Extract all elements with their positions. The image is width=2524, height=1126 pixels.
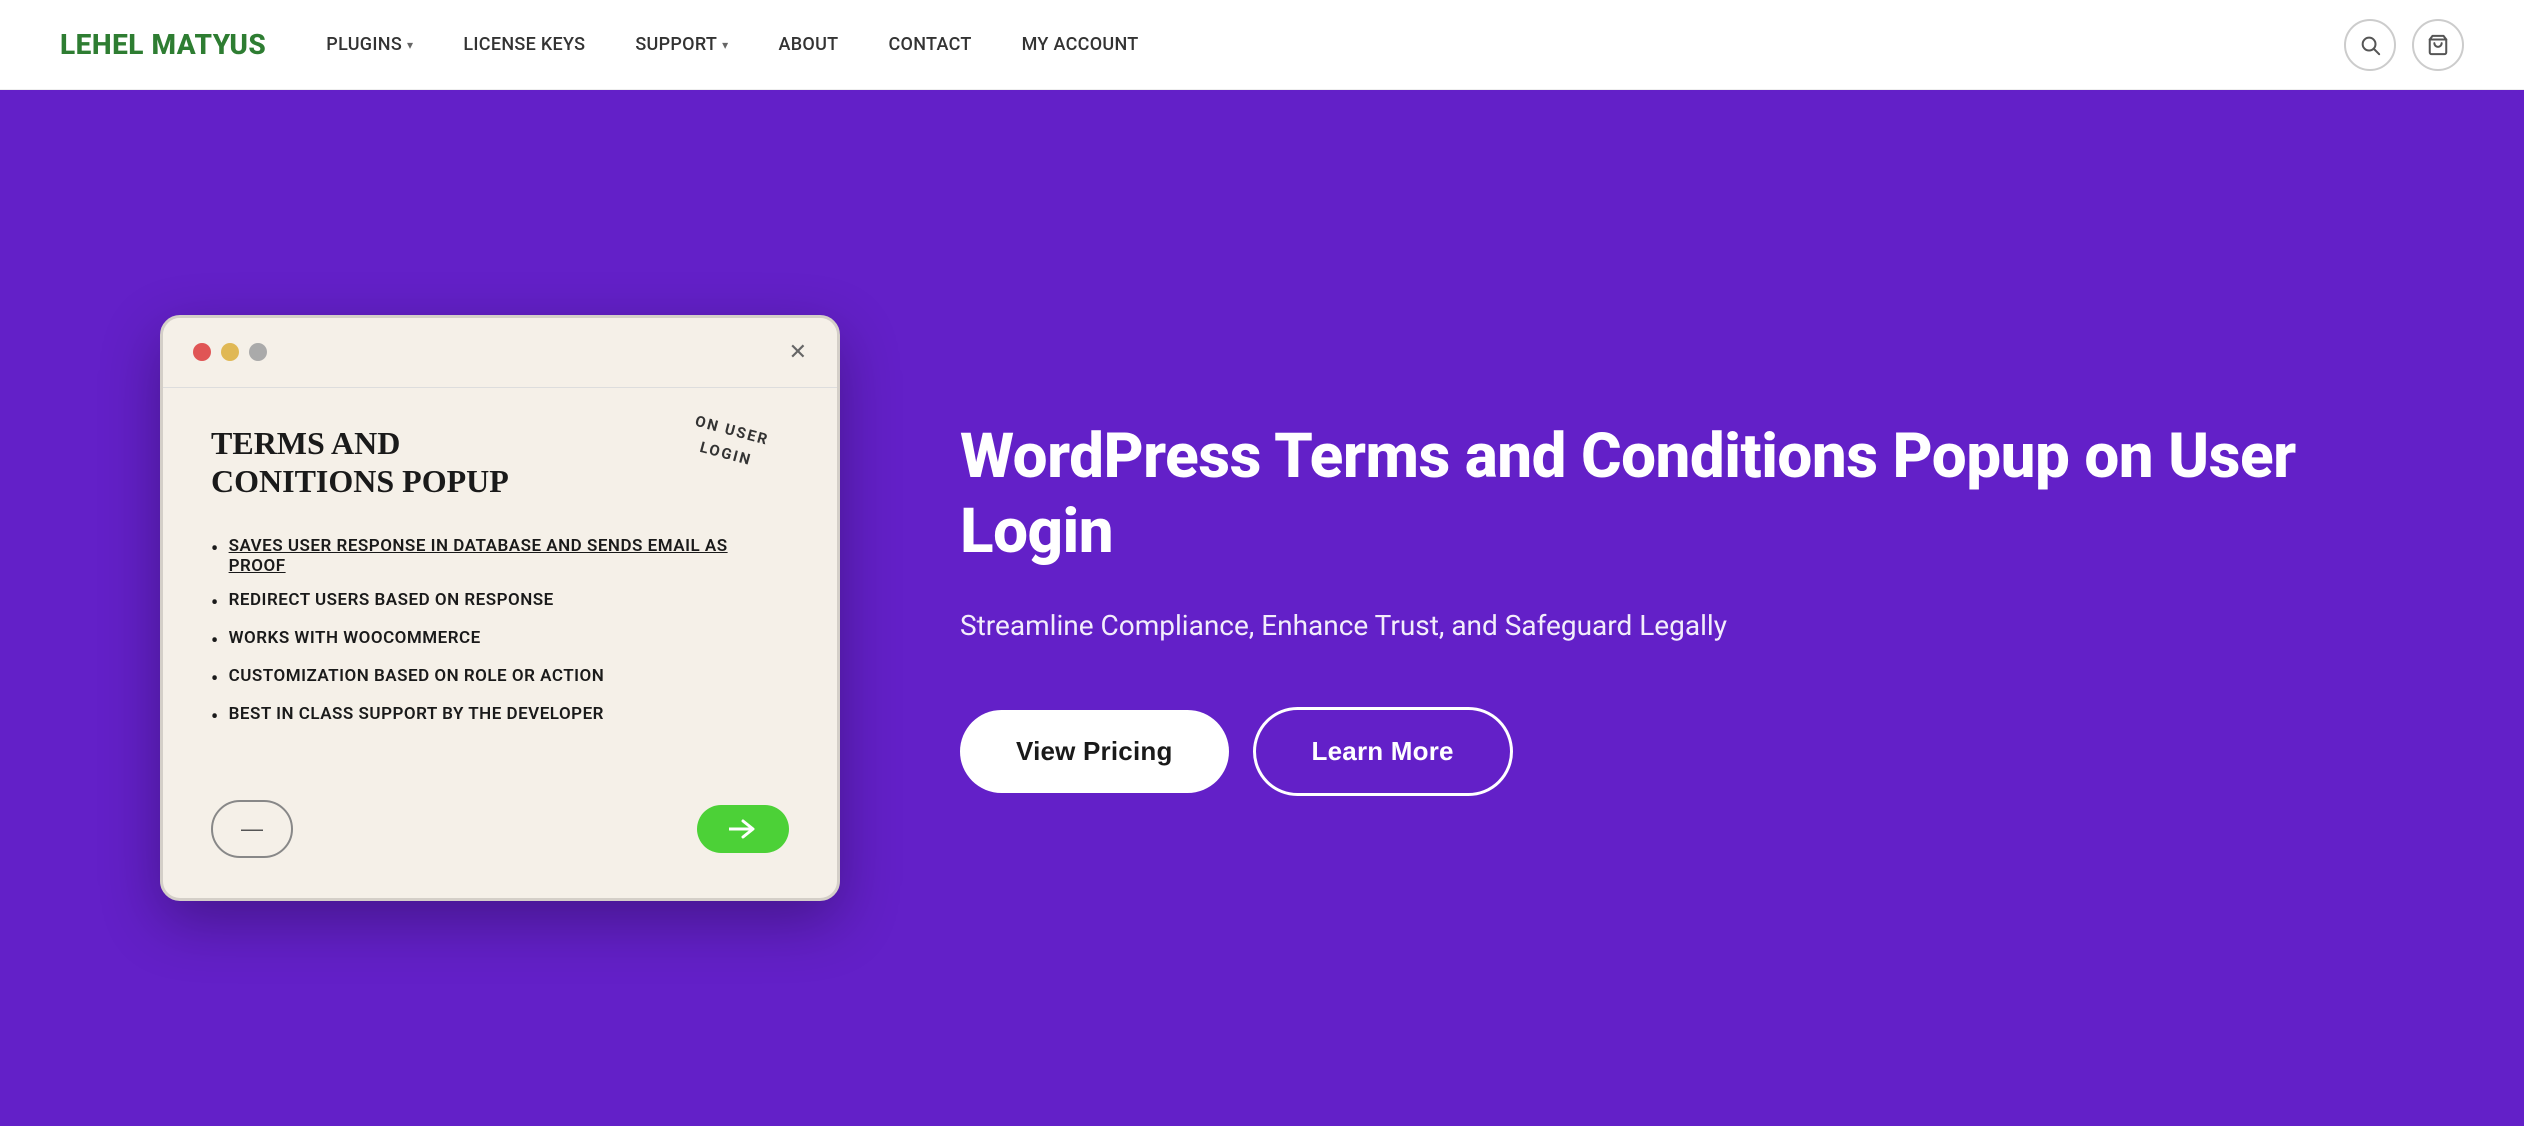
chevron-down-icon: ▾ <box>722 38 728 52</box>
popup-features-list: SAVES USER RESPONSE IN DATABASE AND SEND… <box>211 536 789 728</box>
popup-footer: — <box>163 776 837 898</box>
hero-buttons: View Pricing Learn More <box>960 707 2364 796</box>
list-item: SAVES USER RESPONSE IN DATABASE AND SEND… <box>211 536 789 576</box>
cart-icon <box>2427 34 2449 56</box>
arrow-right-icon <box>729 819 757 839</box>
header: LEHEL MATYUS PLUGINS ▾ LICENSE KEYS SUPP… <box>0 0 2524 90</box>
logo[interactable]: LEHEL MATYUS <box>60 28 266 61</box>
nav-item-support[interactable]: SUPPORT ▾ <box>635 34 728 55</box>
cart-button[interactable] <box>2412 19 2464 71</box>
hero-content: WordPress Terms and Conditions Popup on … <box>960 420 2364 796</box>
popup-titlebar: ✕ <box>163 318 837 388</box>
popup-mockup: ✕ TERMS AND CONITIONS POPUP ON USERLOGIN… <box>160 315 840 902</box>
list-item: WORKS WITH WOOCOMMERCE <box>211 628 789 652</box>
nav-item-about[interactable]: ABOUT <box>779 34 839 55</box>
hero-title: WordPress Terms and Conditions Popup on … <box>960 420 2364 569</box>
nav-item-my-account[interactable]: MY ACCOUNT <box>1022 34 1139 55</box>
learn-more-button[interactable]: Learn More <box>1253 707 1513 796</box>
hero-subtitle: Streamline Compliance, Enhance Trust, an… <box>960 605 2364 647</box>
header-actions <box>2344 19 2464 71</box>
main-nav: PLUGINS ▾ LICENSE KEYS SUPPORT ▾ ABOUT C… <box>326 34 2344 55</box>
popup-arrow-button[interactable] <box>697 805 789 853</box>
list-item: CUSTOMIZATION BASED ON ROLE OR ACTION <box>211 666 789 690</box>
nav-item-plugins[interactable]: PLUGINS ▾ <box>326 34 413 55</box>
arc-label: ON USERLOGIN <box>665 403 793 481</box>
hero-section: ✕ TERMS AND CONITIONS POPUP ON USERLOGIN… <box>0 90 2524 1126</box>
window-maximize-dot <box>249 343 267 361</box>
popup-minus-button[interactable]: — <box>211 800 293 858</box>
arc-text-line1: ON USERLOGIN <box>686 409 772 475</box>
list-item: REDIRECT USERS BASED ON RESPONSE <box>211 590 789 614</box>
list-item: BEST IN CLASS SUPPORT BY THE DEVELOPER <box>211 704 789 728</box>
popup-body: TERMS AND CONITIONS POPUP ON USERLOGIN S… <box>163 388 837 777</box>
window-controls <box>193 343 267 361</box>
chevron-down-icon: ▾ <box>407 38 413 52</box>
window-close-dot <box>193 343 211 361</box>
search-icon <box>2359 34 2381 56</box>
view-pricing-button[interactable]: View Pricing <box>960 710 1229 793</box>
close-icon[interactable]: ✕ <box>789 340 807 365</box>
window-minimize-dot <box>221 343 239 361</box>
popup-title: TERMS AND CONITIONS POPUP <box>211 424 551 501</box>
nav-item-license-keys[interactable]: LICENSE KEYS <box>463 34 585 55</box>
search-button[interactable] <box>2344 19 2396 71</box>
nav-item-contact[interactable]: CONTACT <box>888 34 971 55</box>
